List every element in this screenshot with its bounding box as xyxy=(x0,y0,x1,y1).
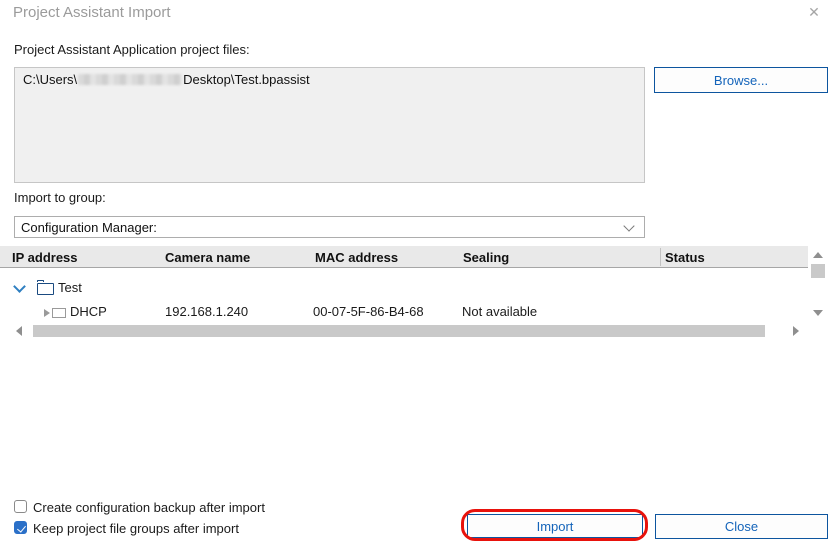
table-row-camera[interactable]: DHCP 192.168.1.240 00-07-5F-86-B4-68 Not… xyxy=(0,300,808,324)
table-header: IP address Camera name MAC address Seali… xyxy=(0,246,808,268)
col-header-status[interactable]: Status xyxy=(665,250,705,265)
dialog-title: Project Assistant Import xyxy=(13,4,171,21)
column-separator xyxy=(660,248,661,266)
project-files-list[interactable]: C:\Users\ Desktop\Test.bpassist xyxy=(14,67,645,183)
file-path-prefix: C:\Users\ xyxy=(23,72,77,87)
close-button[interactable]: Close xyxy=(655,514,828,539)
table-row-group[interactable]: Test xyxy=(0,276,808,300)
vertical-scrollbar-thumb[interactable] xyxy=(811,264,825,278)
keep-groups-checkbox[interactable] xyxy=(14,521,27,534)
group-name: Test xyxy=(58,280,82,295)
chevron-down-icon xyxy=(623,220,634,231)
keep-groups-label: Keep project file groups after import xyxy=(33,521,239,536)
create-backup-label: Create configuration backup after import xyxy=(33,500,265,515)
scroll-left-arrow-icon[interactable] xyxy=(16,326,22,336)
scroll-up-arrow-icon[interactable] xyxy=(813,252,823,258)
cell-sealing: Not available xyxy=(462,304,537,319)
group-select[interactable]: Configuration Manager: xyxy=(14,216,645,238)
redacted-username xyxy=(78,74,182,85)
col-header-mac-address[interactable]: MAC address xyxy=(315,250,398,265)
tree-expand-chevron-icon[interactable] xyxy=(13,280,26,293)
close-icon[interactable]: ✕ xyxy=(804,2,824,22)
folder-icon xyxy=(37,283,54,295)
cell-camera-name: 192.168.1.240 xyxy=(165,304,248,319)
file-path: C:\Users\ Desktop\Test.bpassist xyxy=(23,72,310,87)
cell-ip-address: DHCP xyxy=(70,304,107,319)
cell-mac-address: 00-07-5F-86-B4-68 xyxy=(313,304,424,319)
import-group-label: Import to group: xyxy=(14,190,106,205)
create-backup-checkbox[interactable] xyxy=(14,500,27,513)
import-button[interactable]: Import xyxy=(467,514,643,538)
project-files-label: Project Assistant Application project fi… xyxy=(14,42,250,57)
camera-icon xyxy=(52,308,66,318)
scroll-down-arrow-icon[interactable] xyxy=(813,310,823,316)
project-assistant-import-dialog: Project Assistant Import ✕ Project Assis… xyxy=(0,0,832,542)
horizontal-scrollbar-thumb[interactable] xyxy=(33,325,765,337)
scroll-right-arrow-icon[interactable] xyxy=(793,326,799,336)
browse-button[interactable]: Browse... xyxy=(654,67,828,93)
col-header-sealing[interactable]: Sealing xyxy=(463,250,509,265)
file-path-suffix: Desktop\Test.bpassist xyxy=(183,72,309,87)
group-select-value: Configuration Manager: xyxy=(21,220,157,235)
col-header-ip-address[interactable]: IP address xyxy=(12,250,78,265)
col-header-camera-name[interactable]: Camera name xyxy=(165,250,250,265)
